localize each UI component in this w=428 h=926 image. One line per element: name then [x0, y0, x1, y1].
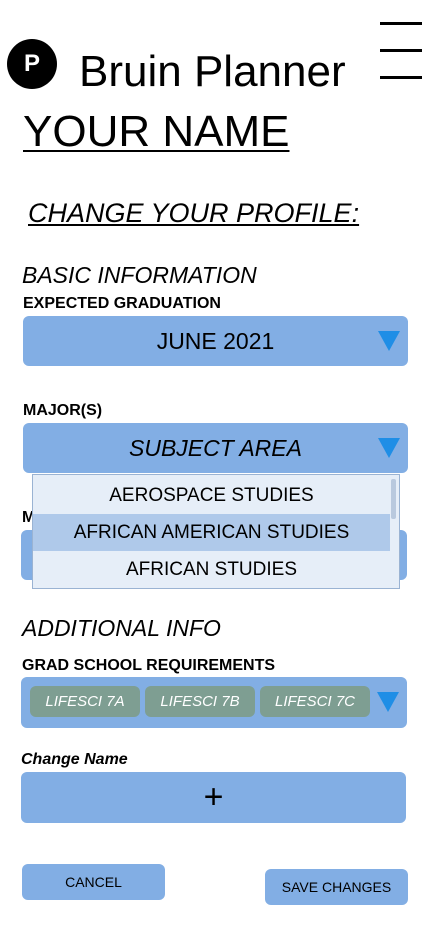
dropdown-scrollbar[interactable]: [391, 479, 396, 519]
menu-bar: [380, 49, 422, 52]
dropdown-arrow-icon: [377, 692, 399, 712]
majors-label: MAJOR(S): [23, 402, 103, 419]
menu-bar: [380, 22, 422, 25]
grad-school-select[interactable]: LIFESCI 7A LIFESCI 7B LIFESCI 7C: [21, 677, 407, 728]
hamburger-menu-icon[interactable]: [380, 22, 422, 80]
graduation-select[interactable]: JUNE 2021: [23, 316, 408, 366]
graduation-label: EXPECTED GRADUATION: [23, 295, 221, 312]
menu-bar: [380, 76, 422, 79]
plus-icon: +: [203, 778, 224, 816]
cancel-button[interactable]: CANCEL: [22, 864, 165, 900]
majors-select[interactable]: SUBJECT AREA: [23, 423, 408, 473]
dropdown-option[interactable]: AFRICAN STUDIES: [33, 551, 390, 588]
add-name-button[interactable]: +: [21, 772, 406, 823]
dropdown-arrow-icon: [378, 331, 400, 351]
majors-dropdown-list: AEROSPACE STUDIES AFRICAN AMERICAN STUDI…: [32, 474, 400, 589]
app-title: Bruin Planner: [79, 47, 346, 96]
requirement-chip[interactable]: LIFESCI 7A: [30, 686, 140, 717]
change-name-label: Change Name: [21, 751, 128, 768]
majors-value: SUBJECT AREA: [129, 434, 302, 461]
dropdown-option-selected[interactable]: AFRICAN AMERICAN STUDIES: [33, 514, 390, 551]
logo-letter: P: [23, 50, 40, 77]
save-changes-button[interactable]: SAVE CHANGES: [265, 869, 408, 905]
grad-school-label: GRAD SCHOOL REQUIREMENTS: [22, 657, 276, 674]
requirement-chip[interactable]: LIFESCI 7C: [260, 686, 370, 717]
additional-info-heading: ADDITIONAL INFO: [22, 615, 221, 641]
dropdown-arrow-icon: [378, 438, 400, 458]
page-title: CHANGE YOUR PROFILE:: [28, 198, 360, 228]
dropdown-option[interactable]: AEROSPACE STUDIES: [33, 477, 390, 514]
user-name: YOUR NAME: [23, 107, 290, 156]
basic-info-heading: BASIC INFORMATION: [22, 262, 257, 288]
graduation-value: JUNE 2021: [156, 327, 275, 354]
requirement-chip[interactable]: LIFESCI 7B: [145, 686, 255, 717]
app-logo: P: [7, 39, 57, 89]
